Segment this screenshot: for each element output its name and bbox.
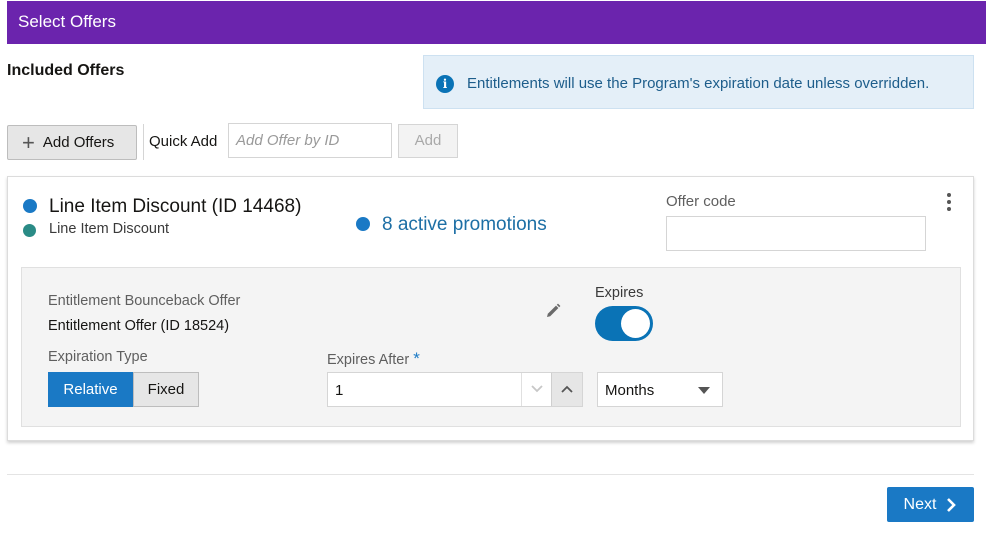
offer-code-input[interactable] — [666, 216, 926, 251]
plus-icon: + — [22, 129, 35, 155]
decrement-chevron-down-icon[interactable] — [521, 373, 551, 406]
status-dot-secondary-icon — [23, 224, 36, 237]
expires-toggle[interactable] — [595, 306, 653, 341]
edit-pencil-icon[interactable] — [544, 302, 562, 320]
active-promotions-link[interactable]: 8 active promotions — [382, 214, 547, 236]
add-button[interactable]: Add — [398, 124, 458, 158]
required-marker: * — [413, 349, 420, 368]
expires-unit-value: Months — [605, 382, 655, 399]
caret-down-icon — [698, 387, 710, 394]
expires-after-stepper[interactable]: 1 — [327, 372, 583, 407]
add-offers-button[interactable]: + Add Offers — [7, 125, 137, 160]
toggle-knob — [621, 309, 650, 338]
page-title: Select Offers — [18, 12, 116, 31]
chevron-right-icon — [947, 497, 957, 512]
add-offers-label: Add Offers — [42, 134, 115, 151]
more-actions-icon[interactable] — [944, 193, 954, 213]
expiration-type-fixed-button[interactable]: Fixed — [133, 372, 199, 407]
next-button[interactable]: Next — [887, 487, 974, 522]
expires-after-text: Expires After — [327, 352, 410, 368]
bounceback-label: Entitlement Bounceback Offer — [48, 293, 241, 309]
footer-divider — [7, 474, 974, 475]
next-label: Next — [903, 495, 937, 513]
included-offers-heading: Included Offers — [7, 62, 125, 79]
info-banner-text: Entitlements will use the Program's expi… — [467, 75, 930, 92]
expires-after-label: Expires After * — [327, 349, 420, 369]
offer-name: Line Item Discount (ID 14468) — [49, 196, 302, 217]
quick-add-input[interactable]: Add Offer by ID — [228, 123, 392, 158]
offer-type: Line Item Discount — [49, 221, 170, 237]
expires-unit-select[interactable]: Months — [597, 372, 723, 407]
expiration-type-label: Expiration Type — [48, 349, 148, 365]
bounceback-value: Entitlement Offer (ID 18524) — [48, 318, 230, 334]
quick-add-label: Quick Add — [143, 124, 217, 160]
info-banner: i Entitlements will use the Program's ex… — [423, 55, 974, 109]
promotions-dot-icon — [356, 217, 370, 231]
info-icon: i — [436, 75, 454, 93]
page-header: Select Offers — [7, 1, 986, 44]
expires-after-value[interactable]: 1 — [335, 382, 343, 399]
offer-card: Line Item Discount (ID 14468) Line Item … — [7, 176, 974, 441]
expiration-type-relative-button[interactable]: Relative — [48, 372, 133, 407]
increment-chevron-up-icon[interactable] — [551, 373, 582, 406]
entitlement-panel: Entitlement Bounceback Offer Entitlement… — [21, 267, 961, 427]
status-dot-primary-icon — [23, 199, 37, 213]
expires-label: Expires — [595, 285, 644, 301]
offer-code-label: Offer code — [666, 193, 736, 210]
